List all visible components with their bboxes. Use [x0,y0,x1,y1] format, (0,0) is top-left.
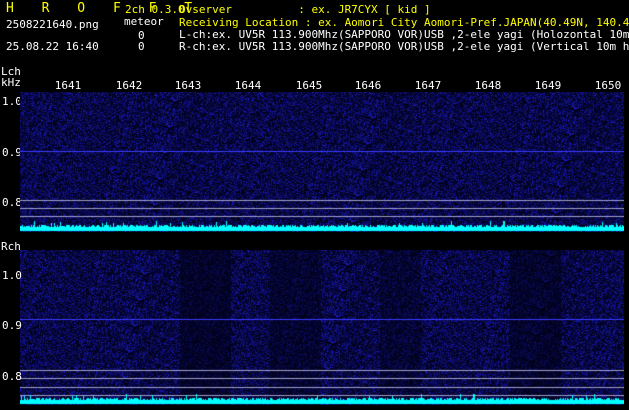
time-tick: 1643 [174,79,202,92]
lch-freq-1-0: 1.0 [2,95,22,108]
time-tick: 1646 [354,79,382,92]
time-tick: 1647 [414,79,442,92]
count-rch: 0 [138,40,145,53]
time-tick: 1642 [115,79,143,92]
rch-freq-0-8: 0.8 [2,370,22,383]
rch-spectrogram [20,250,624,405]
lch-freq-0-9: 0.9 [2,146,22,159]
filename-label: 2508221640.png [6,18,99,31]
mode-label: meteor [124,15,164,28]
hrofft-window: H R O F F T 2ch 0.3.0 2508221640.png met… [0,0,629,410]
rch-freq-0-9: 0.9 [2,319,22,332]
rch-freq-1-0: 1.0 [2,269,22,282]
version-label: 2ch 0.3.0 [125,3,185,16]
rch-info: R-ch:ex. UV5R 113.900Mhz(SAPPORO VOR)USB… [179,40,629,53]
lch-unit: kHz [1,76,21,89]
location-info: Receiving Location : ex. Aomori City Aom… [179,16,629,29]
time-tick: 1645 [295,79,323,92]
time-tick: 1641 [54,79,82,92]
time-tick: 1650 [594,79,622,92]
lch-info: L-ch:ex. UV5R 113.900Mhz(SAPPORO VOR)USB… [179,28,629,41]
observer-info: Ovserver : ex. JR7CYX [ kid ] [179,3,431,16]
rch-label: Rch [1,240,21,253]
lch-spectrogram [20,92,624,232]
time-tick: 1648 [474,79,502,92]
time-tick: 1649 [534,79,562,92]
datetime-label: 25.08.22 16:40 [6,40,99,53]
time-tick: 1644 [234,79,262,92]
lch-freq-0-8: 0.8 [2,196,22,209]
